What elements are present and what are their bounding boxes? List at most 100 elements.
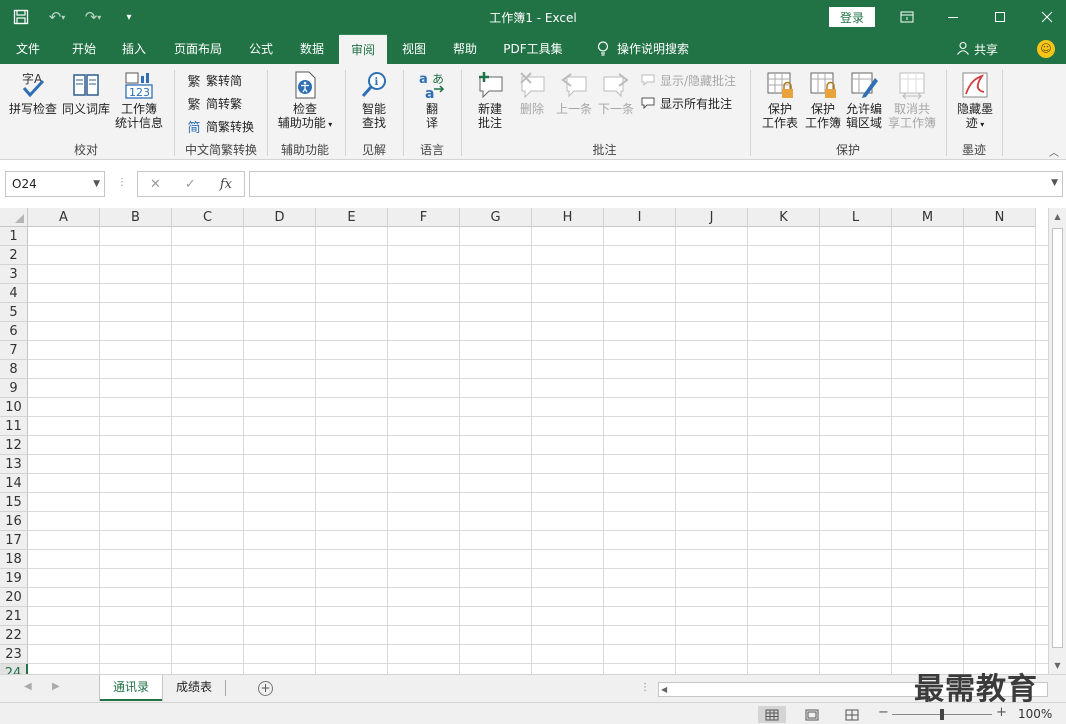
show-all-comments-button[interactable]: 显示所有批注 [640,93,732,113]
collapse-ribbon-icon[interactable]: ︿ [1049,144,1059,159]
sheet-tab-grades[interactable]: 成绩表 [164,675,224,701]
row-header[interactable]: 18 [0,550,28,569]
row-header[interactable]: 13 [0,455,28,474]
column-header[interactable]: F [388,208,460,227]
row-header[interactable]: 15 [0,493,28,512]
scroll-up-arrow-icon[interactable]: ▲ [1049,208,1066,225]
zoom-slider-handle[interactable] [940,709,944,720]
zoom-percentage[interactable]: 100% [1018,707,1052,721]
row-header[interactable]: 6 [0,322,28,341]
normal-view-icon[interactable] [758,706,786,723]
tab-home[interactable]: 开始 [60,34,108,64]
workbook-statistics-button[interactable]: 123 工作簿 统计信息 [112,70,166,130]
scroll-left-arrow-icon[interactable]: ◀ [661,683,667,696]
unshare-workbook-button[interactable]: 取消共 享工作簿 [884,70,940,130]
column-header[interactable]: N [964,208,1036,227]
row-header[interactable]: 17 [0,531,28,550]
tab-page-layout[interactable]: 页面布局 [164,34,232,64]
column-header[interactable]: L [820,208,892,227]
column-header[interactable]: I [604,208,676,227]
name-box[interactable]: O24 ▼ [5,171,105,197]
row-header[interactable]: 19 [0,569,28,588]
protect-sheet-button[interactable]: 保护 工作表 [758,70,802,130]
row-header[interactable]: 5 [0,303,28,322]
row-header[interactable]: 7 [0,341,28,360]
vertical-scrollbar[interactable]: ▲ ▼ [1048,208,1066,674]
translate-button[interactable]: aあa 翻 译 [410,70,454,130]
smart-lookup-button[interactable]: i 智能 查找 [352,70,396,130]
column-header[interactable]: E [316,208,388,227]
page-layout-view-icon[interactable] [798,706,826,723]
row-header[interactable]: 14 [0,474,28,493]
trad-to-simp-button[interactable]: 繁 繁转简 [186,70,242,90]
sheet-tab-contacts[interactable]: 通讯录 [100,675,162,701]
column-header[interactable]: D [244,208,316,227]
cell-area[interactable] [28,227,1048,674]
previous-comment-button[interactable]: 上一条 [554,70,594,116]
tab-view[interactable]: 视图 [392,34,436,64]
row-header[interactable]: 3 [0,265,28,284]
next-sheet-icon[interactable]: ▶ [52,681,60,692]
login-button[interactable]: 登录 [829,7,875,27]
prev-sheet-icon[interactable]: ◀ [24,681,32,692]
column-header[interactable]: M [892,208,964,227]
row-header[interactable]: 22 [0,626,28,645]
row-header[interactable]: 9 [0,379,28,398]
row-header[interactable]: 21 [0,607,28,626]
tell-me-search[interactable]: 操作说明搜索 [588,34,698,64]
tab-help[interactable]: 帮助 [443,34,487,64]
share-button[interactable]: 共享 [956,41,998,58]
row-header[interactable]: 16 [0,512,28,531]
column-header[interactable]: G [460,208,532,227]
minimize-icon[interactable] [940,6,966,28]
confirm-entry-icon[interactable]: ✓ [185,177,196,192]
spelling-button[interactable]: 字A 拼写检查 [8,70,58,116]
row-header[interactable]: 12 [0,436,28,455]
column-header[interactable]: K [748,208,820,227]
maximize-icon[interactable] [987,6,1013,28]
row-header[interactable]: 11 [0,417,28,436]
tab-review[interactable]: 审阅 [339,34,387,64]
row-header[interactable]: 10 [0,398,28,417]
expand-formula-bar-icon[interactable]: ▼ [1051,178,1058,188]
scroll-down-arrow-icon[interactable]: ▼ [1049,657,1066,674]
cancel-entry-icon[interactable]: ✕ [150,177,161,192]
column-header[interactable]: C [172,208,244,227]
convert-button[interactable]: 简 简繁转换 [186,116,254,136]
protect-workbook-button[interactable]: 保护 工作簿 [802,70,844,130]
new-comment-button[interactable]: 新建 批注 [468,70,512,130]
simp-to-trad-button[interactable]: 繁 简转繁 [186,93,242,113]
formula-bar-grip-icon[interactable]: ⋮ [117,177,127,188]
column-header[interactable]: A [28,208,100,227]
tab-data[interactable]: 数据 [290,34,334,64]
row-header[interactable]: 4 [0,284,28,303]
column-header[interactable]: B [100,208,172,227]
formula-input[interactable]: ▼ [249,171,1063,197]
vertical-scroll-thumb[interactable] [1052,228,1063,648]
thesaurus-button[interactable]: 同义词库 [60,70,112,116]
tab-split-grip-icon[interactable]: ⋮ [640,682,650,693]
ribbon-display-options-icon[interactable] [894,6,920,28]
tab-file[interactable]: 文件 [6,34,50,64]
insert-function-icon[interactable]: fx [220,177,232,192]
name-box-dropdown-icon[interactable]: ▼ [93,172,100,196]
allow-edit-ranges-button[interactable]: 允许编 辑区域 [844,70,884,130]
row-header[interactable]: 24 [0,664,28,674]
row-header[interactable]: 2 [0,246,28,265]
tab-formulas[interactable]: 公式 [240,34,282,64]
delete-comment-button[interactable]: 删除 [512,70,552,116]
hide-ink-button[interactable]: 隐藏墨 迹 ▾ [954,70,996,132]
column-header[interactable]: H [532,208,604,227]
tab-insert[interactable]: 插入 [112,34,156,64]
page-break-view-icon[interactable] [838,706,866,723]
feedback-smiley-icon[interactable]: ☺ [1037,40,1055,58]
column-header[interactable]: J [676,208,748,227]
row-header[interactable]: 1 [0,227,28,246]
show-hide-comment-button[interactable]: 显示/隐藏批注 [640,70,736,90]
row-header[interactable]: 8 [0,360,28,379]
add-sheet-button[interactable]: + [258,681,273,696]
next-comment-button[interactable]: 下一条 [596,70,636,116]
close-icon[interactable] [1034,6,1060,28]
check-accessibility-button[interactable]: 检查 辅助功能 ▾ [274,70,336,132]
row-header[interactable]: 23 [0,645,28,664]
